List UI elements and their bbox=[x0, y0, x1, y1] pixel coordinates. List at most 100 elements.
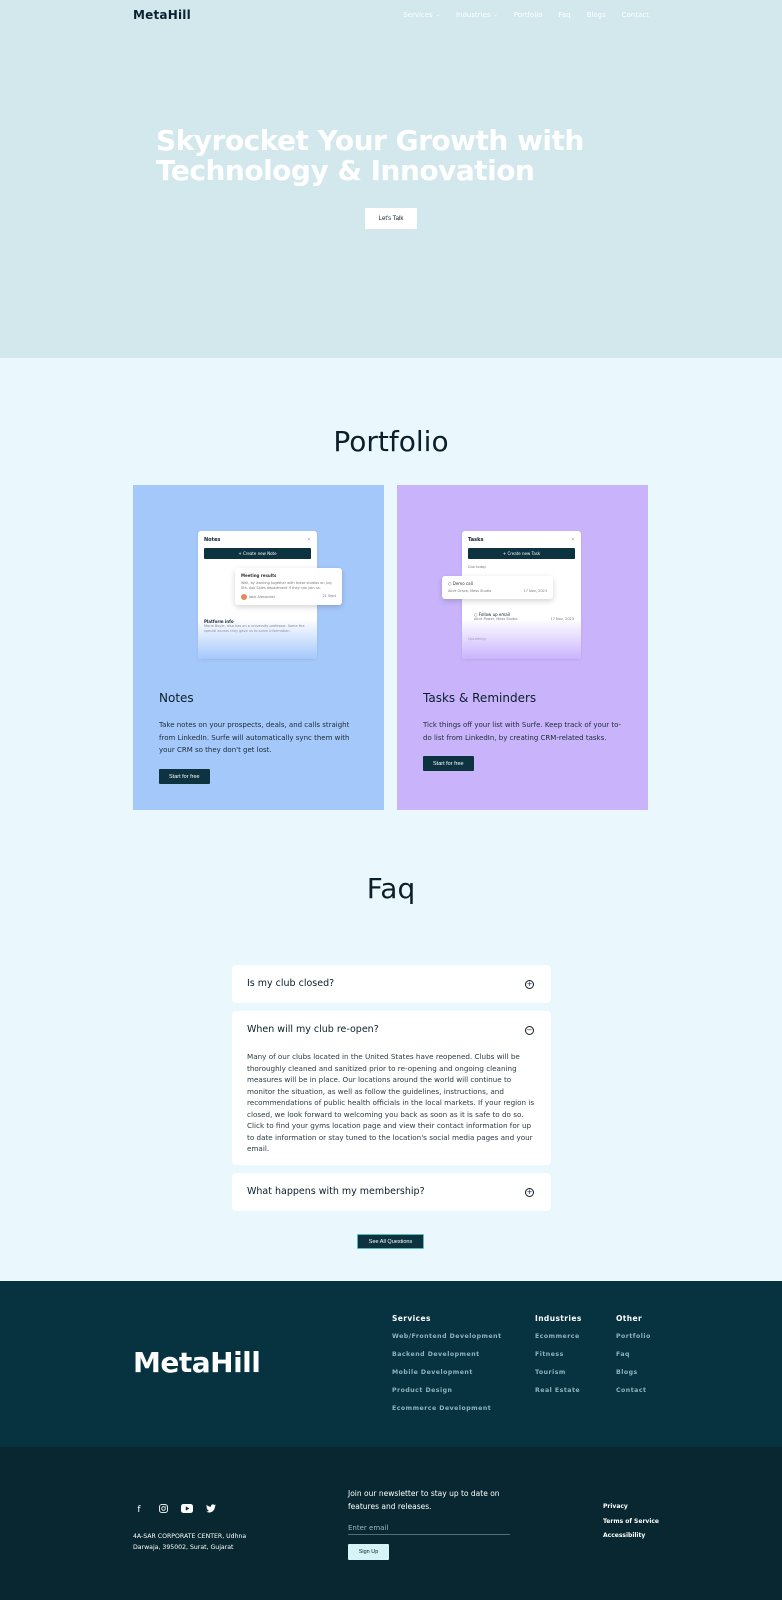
mock-fade bbox=[198, 619, 317, 659]
hero-title-line-1: Skyrocket Your Growth with bbox=[156, 124, 584, 157]
address: 4A-SAR CORPORATE CENTER, Udhna Darwaja, … bbox=[133, 1531, 253, 1553]
privacy-link[interactable]: Privacy bbox=[603, 1503, 659, 1518]
card-text: Tick things off your list with Surfe. Ke… bbox=[423, 721, 622, 742]
mock-group-label: Due today bbox=[468, 565, 487, 569]
footer-top: MetaHill Services Web/Frontend Developme… bbox=[0, 1281, 782, 1447]
mock-create-label: Create new Note bbox=[243, 551, 277, 556]
nav-item-faq[interactable]: Faq bbox=[559, 11, 571, 19]
chevron-down-icon: ⌄ bbox=[435, 12, 440, 18]
footer-link[interactable]: Product Design bbox=[392, 1386, 502, 1404]
footer-link[interactable]: Blogs bbox=[616, 1368, 651, 1386]
card-text: Take notes on your prospects, deals, and… bbox=[159, 721, 350, 754]
faq-item-expanded[interactable]: When will my club re-open? − Many of our… bbox=[232, 1011, 551, 1165]
mock-title: Notes bbox=[204, 537, 221, 543]
footer-column-industries: Industries Ecommerce Fitness Tourism Rea… bbox=[535, 1314, 582, 1404]
start-for-free-button[interactable]: Start for free bbox=[159, 769, 210, 784]
footer-link[interactable]: Contact bbox=[616, 1386, 651, 1404]
nav-item-industries[interactable]: Industries ⌄ bbox=[456, 11, 498, 19]
footer-link[interactable]: Mobile Development bbox=[392, 1368, 502, 1386]
faq-question: What happens with my membership? bbox=[247, 1186, 425, 1197]
footer-link[interactable]: Fitness bbox=[535, 1350, 582, 1368]
popup-author: Jake Alexander bbox=[241, 594, 275, 600]
twitter-glyph bbox=[206, 1504, 216, 1513]
nav-label: Industries bbox=[455, 11, 491, 19]
see-all-questions-button[interactable]: See All Questions bbox=[357, 1234, 424, 1249]
faq-item[interactable]: What happens with my membership? + bbox=[232, 1173, 551, 1211]
hero-section: MetaHill Services ⌄ Industries ⌄ Portfolio… bbox=[0, 0, 782, 358]
hero-title-line-2: Technology & Innovation bbox=[156, 154, 535, 187]
close-icon: ✕ bbox=[570, 537, 575, 543]
address-line: Darwaja, 395002, Surat, Gujarat bbox=[133, 1544, 234, 1551]
address-line: 4A-SAR CORPORATE CENTER, Udhna bbox=[133, 1533, 247, 1540]
footer-bottom: f 4A-SAR CORPORATE CENTER, Udhna Darwaja… bbox=[0, 1447, 782, 1600]
facebook-icon[interactable]: f bbox=[133, 1505, 145, 1515]
plus-circle-icon[interactable]: + bbox=[525, 980, 534, 989]
portfolio-card-tasks: Tasks ✕ + Create new Task Due today ○ Fo… bbox=[397, 485, 648, 810]
chevron-down-icon: ⌄ bbox=[493, 12, 498, 18]
popup-meta: Jake Alexander 21 Sept bbox=[241, 594, 336, 600]
footer-link[interactable]: Ecommerce bbox=[535, 1332, 582, 1350]
footer-logo[interactable]: MetaHill bbox=[133, 1346, 261, 1379]
notes-popup: Meeting results Well, by working togethe… bbox=[235, 568, 342, 605]
footer-link[interactable]: Faq bbox=[616, 1350, 651, 1368]
instagram-icon[interactable] bbox=[157, 1504, 169, 1516]
faq-question: Is my club closed? bbox=[247, 978, 335, 989]
popup-text: Well, by working together with these stu… bbox=[241, 581, 332, 590]
task-meta: Alice Grace, Mess Studio 17 Nov, 2023 bbox=[448, 589, 547, 594]
email-field[interactable] bbox=[348, 1521, 510, 1535]
legal-links: Privacy Terms of Service Accessibility bbox=[603, 1503, 659, 1547]
mock-create-label: Create new Task bbox=[507, 551, 541, 556]
mock-header: Tasks ✕ bbox=[462, 531, 581, 543]
minus-circle-icon[interactable]: − bbox=[525, 1026, 534, 1035]
popup-title: Meeting results bbox=[241, 573, 277, 578]
footer-column-title: Industries bbox=[535, 1314, 582, 1323]
social-links: f bbox=[133, 1504, 217, 1516]
popup-author-name: Jake Alexander bbox=[249, 595, 276, 599]
footer-column-other: Other Portfolio Faq Blogs Contact bbox=[616, 1314, 651, 1404]
footer-link[interactable]: Web/Frontend Development bbox=[392, 1332, 502, 1350]
footer-link[interactable]: Tourism bbox=[535, 1368, 582, 1386]
youtube-glyph bbox=[181, 1504, 193, 1513]
mock-fade bbox=[462, 619, 581, 659]
footer-column-services: Services Web/Frontend Development Backen… bbox=[392, 1314, 502, 1422]
faq-answer: Many of our clubs located in the United … bbox=[247, 1052, 535, 1153]
mock-header: Notes ✕ bbox=[198, 531, 317, 543]
popup-date: 21 Sept bbox=[322, 594, 336, 598]
tasks-popup: ○ Demo call Alice Grace, Mess Studio 17 N… bbox=[442, 576, 553, 599]
task-date: 17 Nov, 2023 bbox=[523, 589, 547, 593]
nav-links: Services ⌄ Industries ⌄ Portfolio Faq Blog… bbox=[403, 11, 649, 19]
footer-link[interactable]: Ecommerce Development bbox=[392, 1404, 502, 1422]
nav-item-blogs[interactable]: Blogs bbox=[587, 11, 606, 19]
nav-item-services[interactable]: Services ⌄ bbox=[403, 11, 440, 19]
footer-link[interactable]: Backend Development bbox=[392, 1350, 502, 1368]
accessibility-link[interactable]: Accessibility bbox=[603, 1532, 659, 1547]
sign-up-button[interactable]: Sign Up bbox=[348, 1544, 389, 1560]
faq-question: When will my club re-open? bbox=[247, 1024, 379, 1035]
logo[interactable]: MetaHill bbox=[133, 8, 191, 22]
mock-create-button: + Create new Task bbox=[468, 548, 575, 559]
nav-item-portfolio[interactable]: Portfolio bbox=[514, 11, 543, 19]
faq-item[interactable]: Is my club closed? + bbox=[232, 965, 551, 1003]
top-nav: MetaHill Services ⌄ Industries ⌄ Portfolio… bbox=[133, 0, 649, 30]
hero-title: Skyrocket Your Growth with Technology & … bbox=[156, 126, 636, 186]
task-meta-text: Alice Grace, Mess Studio bbox=[448, 589, 492, 593]
faq-title: Faq bbox=[366, 872, 416, 905]
start-for-free-button[interactable]: Start for free bbox=[423, 756, 474, 771]
newsletter-text: Join our newsletter to stay up to date o… bbox=[348, 1489, 500, 1511]
twitter-icon[interactable] bbox=[205, 1504, 217, 1516]
footer-column-title: Services bbox=[392, 1314, 431, 1323]
lets-talk-button[interactable]: Let's Talk bbox=[365, 208, 417, 229]
card-heading: Notes bbox=[159, 691, 194, 705]
footer-link[interactable]: Real Estate bbox=[535, 1386, 582, 1404]
close-icon: ✕ bbox=[306, 537, 311, 543]
task-title-text: Demo call bbox=[452, 581, 473, 586]
terms-of-service-link[interactable]: Terms of Service bbox=[603, 1518, 659, 1533]
nav-item-contact[interactable]: Contact bbox=[622, 11, 649, 19]
footer-link[interactable]: Portfolio bbox=[616, 1332, 651, 1350]
portfolio-title: Portfolio bbox=[333, 425, 449, 458]
plus-circle-icon[interactable]: + bbox=[525, 1188, 534, 1197]
youtube-icon[interactable] bbox=[181, 1504, 193, 1516]
mock-title: Tasks bbox=[468, 537, 484, 543]
card-heading: Tasks & Reminders bbox=[423, 691, 537, 705]
instagram-glyph bbox=[158, 1504, 168, 1513]
